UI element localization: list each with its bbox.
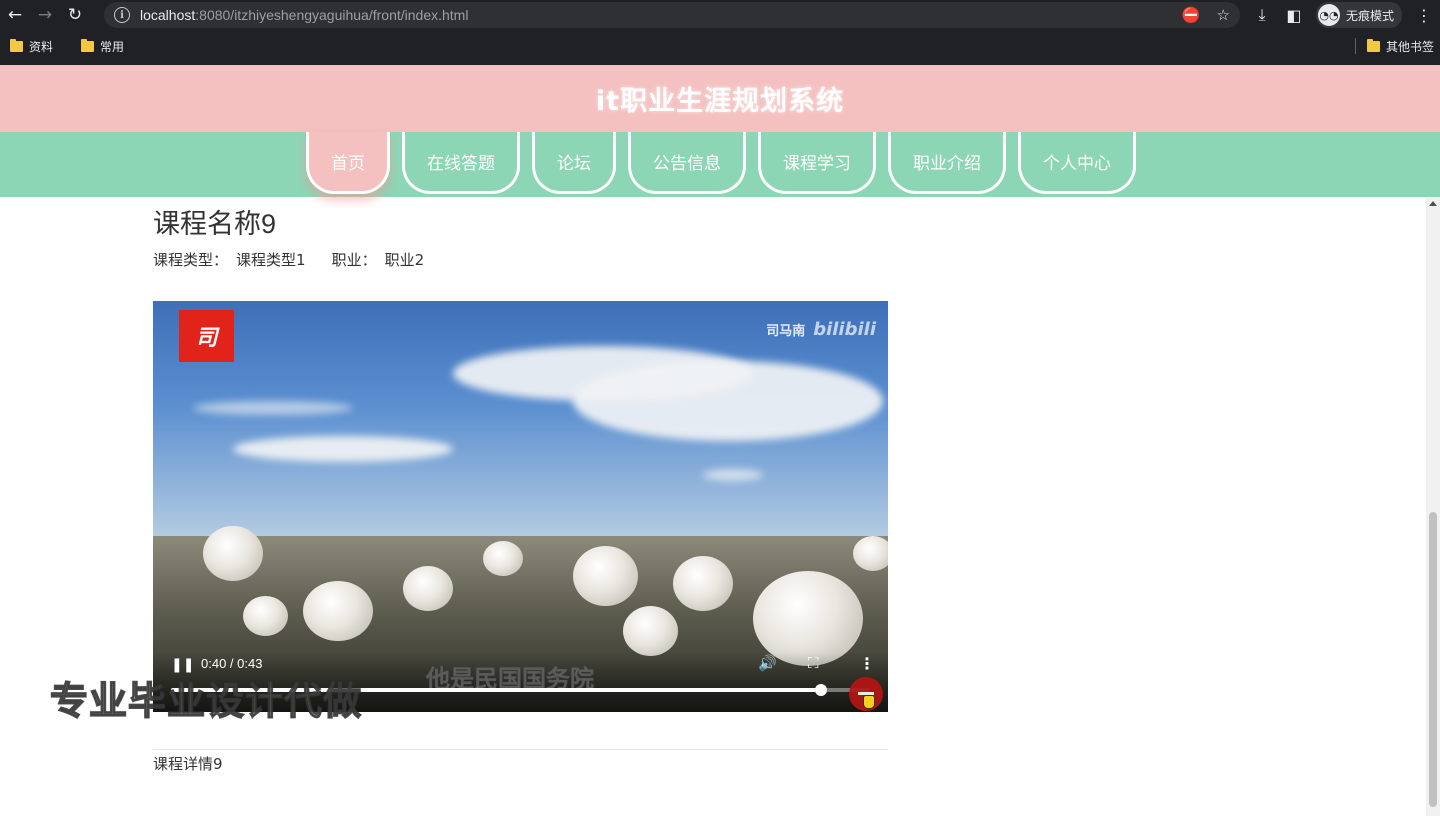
back-icon[interactable]: ← [0,0,30,30]
menu-kebab-icon[interactable]: ⋮ [1414,6,1434,25]
site-info-icon[interactable]: i [114,7,130,23]
fullscreen-icon[interactable]: ⛶ [808,654,819,672]
download-icon[interactable]: ⤓ [1252,5,1272,25]
browser-toolbar: ← → ↻ i localhost:8080/itzhiyeshengyagui… [0,0,1440,30]
page-scrollbar[interactable] [1426,197,1440,816]
course-detail: 课程详情9 [153,755,223,773]
volume-icon[interactable]: 🔊 [758,654,777,672]
folder-icon [10,38,23,52]
incognito-badge[interactable]: ◔◔ 无痕模式 [1315,2,1402,28]
course-type-label: 课程类型： [153,251,229,269]
bookmarks-divider [1355,38,1356,54]
watermark-brand: bilibili [813,319,876,340]
course-type-value: 课程类型1 [236,251,306,269]
browser-chrome: ← → ↻ i localhost:8080/itzhiyeshengyagui… [0,0,1440,65]
url-path: :8080/itzhiyeshengyaguihua/front/index.h… [195,7,469,23]
incognito-label: 无痕模式 [1345,8,1394,23]
bookmark-folder-changyong[interactable]: 常用 [81,38,124,55]
content-divider [153,749,888,750]
other-bookmarks-label: 其他书签 [1385,39,1434,54]
nav-announcements[interactable]: 公告信息 [628,132,746,194]
address-bar[interactable]: i localhost:8080/itzhiyeshengyaguihua/fr… [104,2,1240,28]
forward-icon[interactable]: → [30,0,60,30]
bookmark-folder-ziliao[interactable]: 资料 [10,38,53,55]
video-progress-knob[interactable] [815,684,828,696]
channel-logo: 司 [179,310,234,362]
job-label: 职业： [331,251,377,269]
url-host: localhost [140,7,196,23]
pointer-hand-icon [863,695,875,709]
watermark-name: 司马南 [766,324,806,339]
nav-courses[interactable]: 课程学习 [758,132,876,194]
course-meta: 课程类型： 课程类型1 职业： 职业2 [153,249,424,270]
nav-forum[interactable]: 论坛 [532,132,616,194]
bookmark-label: 资料 [29,39,54,54]
nav-careers[interactable]: 职业介绍 [888,132,1006,194]
main-nav: 首页 在线答题 论坛 公告信息 课程学习 职业介绍 个人中心 [0,132,1440,197]
more-options-icon[interactable]: ⋮ [859,654,875,673]
incognito-icon: ◔◔ [1317,4,1340,26]
bookmark-star-icon[interactable]: ☆ [1217,6,1230,24]
overlay-watermark-text: 专业毕业设计代做 [49,678,363,724]
nav-profile[interactable]: 个人中心 [1018,132,1136,194]
video-player[interactable]: 司 司马南 bilibili 他是民国国务院 ❚❚ 0:40 / 0:43 🔊 … [153,301,888,712]
folder-icon [1366,38,1380,52]
folder-icon [81,38,95,52]
nav-online-quiz[interactable]: 在线答题 [402,132,520,194]
job-value: 职业2 [384,251,425,269]
site-header: it职业生涯规划系统 [0,65,1440,132]
video-watermark: 司马南 bilibili [766,319,876,340]
url-text[interactable]: localhost:8080/itzhiyeshengyaguihua/fron… [140,7,468,23]
video-time: 0:40 / 0:43 [201,656,263,671]
nav-home[interactable]: 首页 [306,132,390,194]
bookmark-label: 常用 [100,39,125,54]
video-frame-sky [153,301,888,561]
course-title: 课程名称9 [153,209,277,239]
other-bookmarks[interactable]: 其他书签 [1366,32,1434,60]
reload-icon[interactable]: ↻ [60,0,90,30]
site-title: it职业生涯规划系统 [595,86,845,117]
bookmarks-bar: 资料 常用 其他书签 [0,32,1440,60]
scroll-up-arrow-icon[interactable] [1429,201,1437,206]
side-panel-icon[interactable]: ◧ [1284,6,1304,25]
blocked-popup-icon[interactable]: ⛔ [1182,6,1201,24]
scroll-thumb[interactable] [1429,512,1437,807]
